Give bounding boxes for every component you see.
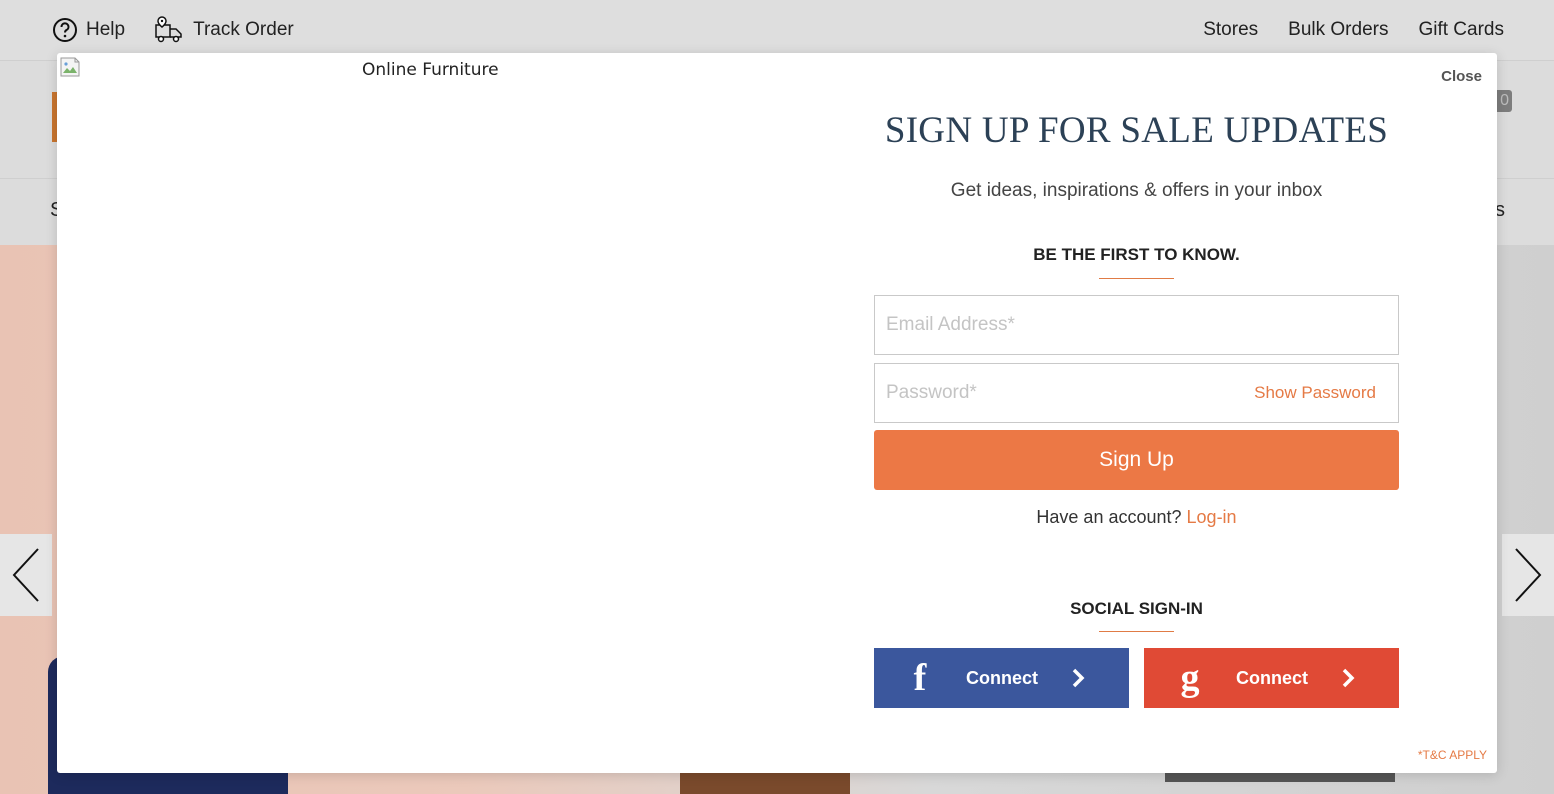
heading-divider: [1099, 278, 1174, 279]
have-account-text: Have an account?: [1036, 507, 1182, 527]
have-account-row: Have an account? Log-in: [874, 507, 1399, 528]
email-input[interactable]: [875, 296, 1398, 354]
facebook-icon: f: [913, 657, 927, 699]
signup-form: SIGN UP FOR SALE UPDATES Get ideas, insp…: [874, 53, 1399, 773]
close-button[interactable]: Close: [1441, 68, 1482, 85]
first-to-know-heading: BE THE FIRST TO KNOW.: [1033, 245, 1240, 264]
chevron-right-icon: [1318, 667, 1378, 689]
chevron-left-icon: [12, 548, 39, 602]
modal-subtitle: Get ideas, inspirations & offers in your…: [950, 180, 1323, 201]
google-connect-button[interactable]: g Connect: [1144, 648, 1399, 708]
bulk-orders-link[interactable]: Bulk Orders: [1288, 19, 1388, 41]
login-link[interactable]: Log-in: [1187, 507, 1237, 527]
gift-cards-link[interactable]: Gift Cards: [1418, 19, 1504, 41]
terms-apply-note[interactable]: *T&C APPLY: [1418, 748, 1487, 762]
social-divider: [1099, 631, 1174, 632]
top-utility-bar: Help Track Order Stores Bulk Orders Gift…: [0, 0, 1554, 61]
slider-next-button[interactable]: [1502, 534, 1554, 616]
signup-modal: Online Furniture Close SIGN UP FOR SALE …: [57, 53, 1497, 773]
sign-up-button[interactable]: Sign Up: [874, 430, 1399, 490]
track-order-link[interactable]: Track Order: [153, 15, 294, 45]
show-password-toggle[interactable]: Show Password: [1254, 383, 1376, 403]
chevron-right-icon: [1515, 548, 1542, 602]
chevron-right-icon: [1048, 667, 1108, 689]
modal-title: SIGN UP FOR SALE UPDATES: [884, 110, 1389, 151]
social-signin-heading: SOCIAL SIGN-IN: [1070, 599, 1203, 618]
google-icon: g: [1180, 657, 1200, 699]
slider-prev-button[interactable]: [0, 534, 52, 616]
stores-link[interactable]: Stores: [1203, 19, 1258, 41]
google-connect-label: Connect: [1236, 667, 1308, 688]
help-circle-icon: [53, 18, 77, 42]
track-order-label: Track Order: [193, 19, 294, 40]
help-link[interactable]: Help: [52, 17, 125, 43]
email-field[interactable]: [874, 295, 1399, 355]
broken-image-icon: [60, 57, 80, 77]
facebook-connect-label: Connect: [966, 667, 1038, 688]
help-label: Help: [86, 19, 126, 40]
modal-promo-image: Online Furniture: [57, 53, 817, 773]
password-field[interactable]: Show Password: [874, 363, 1399, 423]
delivery-truck-icon: [155, 16, 182, 43]
image-alt-text: Online Furniture: [362, 60, 499, 80]
facebook-connect-button[interactable]: f Connect: [874, 648, 1129, 708]
